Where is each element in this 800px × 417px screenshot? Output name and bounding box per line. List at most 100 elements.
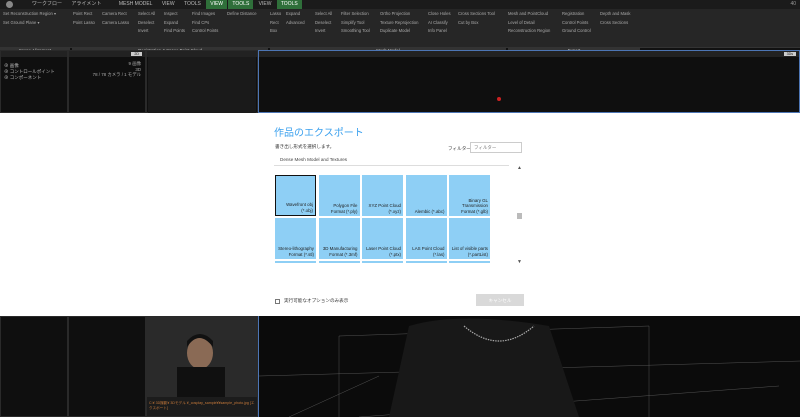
format-tile-label: Stereo-lithography Format (*.stl) bbox=[278, 246, 314, 257]
info-panel-button[interactable]: Info Panel bbox=[428, 27, 451, 36]
camera-image-panel: C:¥ 3D撮影¥ 3Dモデル ¥_cosplay_sample¥¥sample… bbox=[146, 316, 258, 417]
panel-mode-badge[interactable]: 2D bbox=[131, 52, 142, 56]
format-tile[interactable]: List of visible parts (*.partList) bbox=[449, 218, 490, 259]
find-images-button[interactable]: Find Images bbox=[192, 10, 218, 19]
find-cps-button[interactable]: Find CPs bbox=[192, 19, 218, 28]
format-tile[interactable]: LAS Point Cloud (*.las) bbox=[405, 218, 447, 259]
tree-item-components[interactable]: ⊕ コンポーネント bbox=[4, 75, 55, 81]
viewport-grid bbox=[259, 318, 800, 417]
info-cameras: 78 / 78 カメラ / 1 モデル bbox=[92, 72, 141, 77]
format-tile[interactable]: Laser Point Cloud (*.ptx) bbox=[362, 218, 403, 259]
format-tile-label: LAS Point Cloud (*.las) bbox=[412, 246, 445, 257]
menu-tools-active[interactable]: TOOLS bbox=[228, 0, 254, 9]
reconstruction-region-button[interactable]: Reconstruction Region bbox=[508, 27, 550, 36]
menu-workflow[interactable]: ワークフロー bbox=[28, 0, 66, 9]
image-path-caption: C:¥ 3D撮影¥ 3Dモデル ¥_cosplay_sample¥¥sample… bbox=[149, 401, 255, 410]
cancel-button[interactable]: キャンセル bbox=[476, 294, 524, 306]
format-tile[interactable]: 3D Manufacturing Format (*.3mf) bbox=[318, 218, 360, 259]
filter-input[interactable] bbox=[470, 142, 522, 153]
registration-export-button[interactable]: Registration bbox=[562, 10, 591, 19]
3d-viewport-panel[interactable]: 3Ds bbox=[258, 50, 800, 113]
mesh-select-all-button[interactable]: Select All bbox=[315, 10, 332, 19]
viewport-mode-badge[interactable]: 3Ds bbox=[783, 52, 796, 56]
advanced-button[interactable]: Advanced bbox=[286, 19, 305, 28]
menu-mesh-model[interactable]: MESH MODEL bbox=[115, 0, 157, 9]
select-all-button[interactable]: Select All bbox=[138, 10, 155, 19]
format-tile-label: Polygon File Format (*.ply) bbox=[330, 203, 358, 214]
format-tile[interactable]: Polygon File Format (*.ply) bbox=[318, 175, 360, 216]
menu-view[interactable]: VIEW bbox=[158, 0, 179, 9]
3d-viewport-bottom[interactable] bbox=[258, 316, 800, 417]
format-tile[interactable]: Alembic (*.abc) bbox=[405, 175, 447, 216]
info-lines: 9 画像 3D 78 / 78 カメラ / 1 モデル bbox=[93, 61, 141, 78]
menu-tools[interactable]: TOOLS bbox=[180, 0, 205, 9]
format-tile-label: XYZ Point Cloud (*.xyz) bbox=[368, 203, 401, 214]
scroll-up-icon[interactable]: ▲ bbox=[516, 165, 523, 171]
find-points-button[interactable]: Find Points bbox=[164, 27, 185, 36]
point-lasso-button[interactable]: Point Lasso bbox=[73, 19, 95, 28]
ribbon-col-inspect: Inspect Expand Find Points bbox=[164, 10, 185, 36]
texture-reprojection-button[interactable]: Texture Reprojection bbox=[380, 19, 418, 28]
inspect-button[interactable]: Inspect bbox=[164, 10, 185, 19]
menu-view-active[interactable]: VIEW bbox=[206, 0, 228, 9]
expand-mesh-button[interactable]: Expand bbox=[286, 10, 305, 19]
show-available-only-checkbox[interactable] bbox=[275, 299, 280, 304]
point-rect-button[interactable]: Point Rect bbox=[73, 10, 95, 19]
level-of-detail-button[interactable]: Level of Detail bbox=[508, 19, 550, 28]
format-tile-label: Laser Point Cloud (*.ptx) bbox=[366, 246, 401, 257]
mesh-invert-button[interactable]: Invert bbox=[315, 27, 332, 36]
invert-button[interactable]: Invert bbox=[138, 27, 155, 36]
cross-sections-export-button[interactable]: Cross Sections bbox=[600, 19, 631, 28]
control-points-button[interactable]: Control Points bbox=[192, 27, 218, 36]
camera-lasso-button[interactable]: Camera Lasso bbox=[102, 19, 129, 28]
format-tile[interactable] bbox=[275, 261, 316, 263]
smoothing-tool-button[interactable]: Smoothing Tool bbox=[341, 27, 370, 36]
deselect-button[interactable]: Deselect bbox=[138, 19, 155, 28]
mesh-deselect-button[interactable]: Deselect bbox=[315, 19, 332, 28]
menu-alignment[interactable]: アライメント bbox=[67, 0, 105, 9]
duplicate-model-button[interactable]: Duplicate Model bbox=[380, 27, 418, 36]
ground-control-export-button[interactable]: Ground Control bbox=[562, 27, 591, 36]
set-ground-plane-button[interactable]: Set Ground Plane ▾ bbox=[3, 19, 56, 28]
ai-classify-button[interactable]: AI Classify bbox=[428, 19, 451, 28]
show-available-only-label: 実行可能なオプションのみ表示 bbox=[284, 298, 349, 303]
filter-selection-button[interactable]: Filter Selection bbox=[341, 10, 370, 19]
ribbon-col-select: Select All Deselect Invert bbox=[138, 10, 155, 36]
format-tile-label: Binary GL Transmission Format (*.glb) bbox=[461, 197, 488, 214]
camera-rect-button[interactable]: Camera Rect bbox=[102, 10, 129, 19]
scroll-thumb[interactable] bbox=[517, 213, 522, 219]
export-mesh-pointcloud-button[interactable]: Mesh and PointCloud bbox=[508, 10, 550, 19]
ortho-projection-button[interactable]: Ortho Projection bbox=[380, 10, 418, 19]
simplify-tool-button[interactable]: Simplify Tool bbox=[341, 19, 370, 28]
lasso-button[interactable]: Lasso bbox=[270, 10, 281, 19]
format-tile[interactable] bbox=[449, 261, 490, 263]
box-button[interactable]: Box bbox=[270, 27, 281, 36]
format-tile[interactable]: Binary GL Transmission Format (*.glb) bbox=[449, 175, 490, 216]
menu-tools-2[interactable]: TOOLS bbox=[276, 0, 302, 9]
format-tile[interactable]: Stereo-lithography Format (*.stl) bbox=[275, 218, 316, 259]
control-points-export-button[interactable]: Control Points bbox=[562, 19, 591, 28]
expand-button[interactable]: Expand bbox=[164, 19, 185, 28]
cut-by-box-button[interactable]: Cut by Box bbox=[458, 19, 495, 28]
format-scrollbar[interactable]: ▲ ▼ bbox=[516, 165, 523, 265]
format-grid: Wavefront obj (*.obj) Polygon File Format… bbox=[275, 175, 511, 263]
format-tile[interactable]: Wavefront obj (*.obj) bbox=[275, 175, 316, 216]
set-reconstruction-region-button[interactable]: Set Reconstruction Region ▾ bbox=[3, 10, 56, 19]
close-holes-button[interactable]: Close Holes bbox=[428, 10, 451, 19]
format-tile[interactable]: XYZ Point Cloud (*.xyz) bbox=[362, 175, 403, 216]
ribbon-col-mesh-select: Select All Deselect Invert bbox=[315, 10, 332, 36]
define-distance-button[interactable]: Define Distance bbox=[227, 10, 257, 19]
cross-sections-tool-button[interactable]: Cross Sections Tool bbox=[458, 10, 495, 19]
format-tile[interactable] bbox=[405, 261, 447, 263]
image-preview-panel bbox=[146, 50, 258, 113]
format-tile[interactable] bbox=[362, 261, 403, 263]
category-divider bbox=[274, 165, 509, 166]
ribbon-col-export-mesh: Mesh and PointCloud Level of Detail Reco… bbox=[508, 10, 550, 36]
menu-view-2[interactable]: VIEW bbox=[255, 0, 276, 9]
format-tile[interactable] bbox=[318, 261, 360, 263]
scroll-down-icon[interactable]: ▼ bbox=[516, 259, 523, 265]
depth-and-mask-button[interactable]: Depth and Mask bbox=[600, 10, 631, 19]
filter-label: フィルター bbox=[448, 146, 471, 151]
menu-bar: ワークフロー アライメント MESH MODEL VIEW TOOLS VIEW… bbox=[0, 0, 800, 9]
rect-button[interactable]: Rect bbox=[270, 19, 281, 28]
